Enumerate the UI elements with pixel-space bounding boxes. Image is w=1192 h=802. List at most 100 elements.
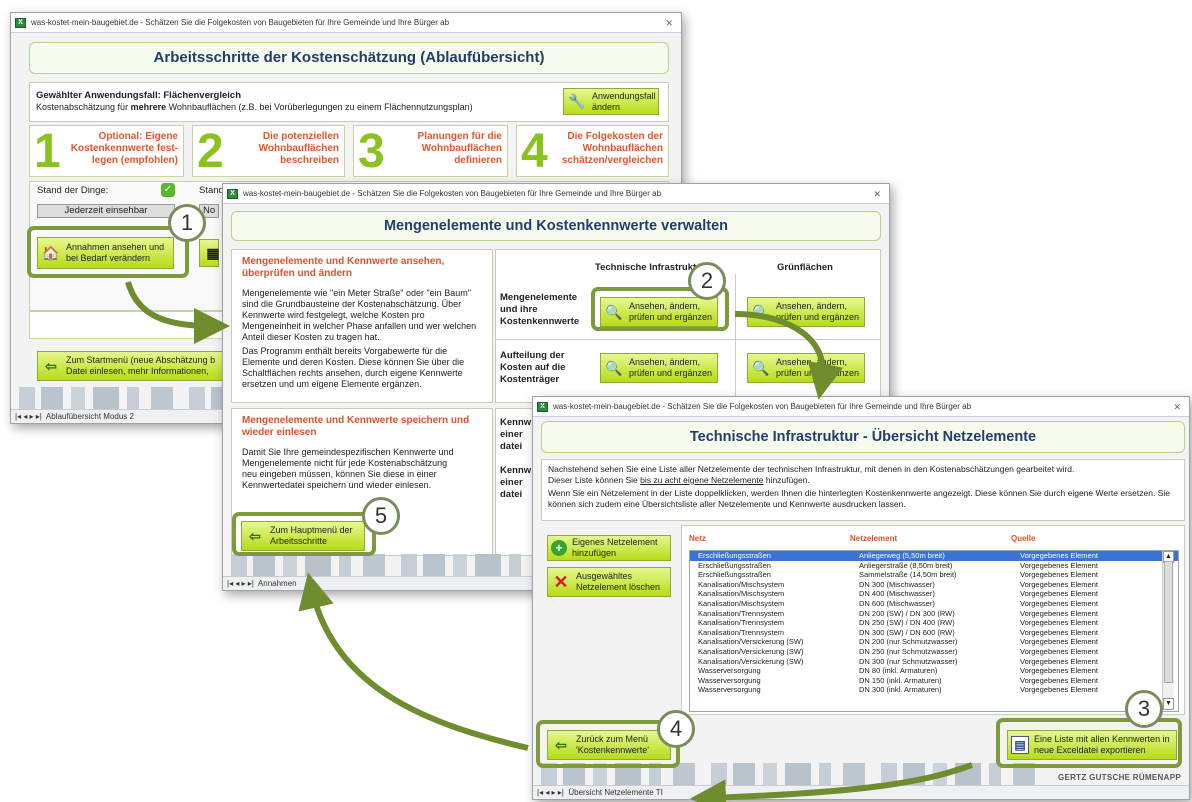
step-text: Optional: Eigene Kostenkennwerte fest-le… <box>70 131 178 166</box>
step-4[interactable]: 4 Die Folgekosten der Wohnbauflächen schä… <box>516 125 669 177</box>
section1-text-2: Das Programm enthält bereits Vorgabewert… <box>242 346 465 389</box>
close-icon[interactable]: ✕ <box>1173 397 1181 416</box>
list-item[interactable]: Wasserversorgung DN 300 (inkl. Armaturen)… <box>690 685 1178 695</box>
callout-ring-5 <box>232 512 376 556</box>
scrollbar-thumb[interactable] <box>1164 561 1173 683</box>
change-case-button[interactable]: 🔧 Anwendungsfall ändern <box>563 88 659 115</box>
list-item[interactable]: Erschließungsstraßen Sammelstraße (14,50m… <box>690 570 1178 580</box>
list-item[interactable]: Kanalisation/Trennsystem DN 200 (SW) / DN… <box>690 609 1178 619</box>
cell-netz: Kanalisation/Versickerung (SW) <box>698 637 804 647</box>
brand-logo: GERTZ GUTSCHE RÜMENAPP <box>1057 773 1181 782</box>
list-item[interactable]: Erschließungsstraßen Anliegerweg (5,50m b… <box>690 551 1178 561</box>
sheet-nav-arrows[interactable]: |◂ ◂ ▸ ▸| <box>15 412 42 421</box>
netzelement-list[interactable]: Erschließungsstraßen Anliegerweg (5,50m b… <box>689 550 1179 712</box>
row-label-aufteilung: Aufteilung der Kosten auf die Kostenträg… <box>500 350 566 385</box>
step-3[interactable]: 3 Planungen für die Wohnbauflächen defini… <box>353 125 508 177</box>
row-label-mengenelemente: Mengenelemente und ihre Kostenkennwerte <box>500 292 580 327</box>
cell-quelle: Vorgegebenes Element <box>1020 579 1098 589</box>
list-item[interactable]: Kanalisation/Versickerung (SW) DN 200 (nu… <box>690 637 1178 647</box>
cell-netz: Kanalisation/Trennsystem <box>698 608 785 618</box>
cell-quelle: Vorgegebenes Element <box>1020 618 1098 628</box>
excel-icon: X <box>15 18 26 28</box>
window-title: was-kostet-mein-baugebiet.de - Schätzen … <box>31 18 450 27</box>
callout-5: 5 <box>362 497 400 535</box>
list-item[interactable]: Kanalisation/Versickerung (SW) DN 250 (nu… <box>690 647 1178 657</box>
step-2[interactable]: 2 Die potenziellen Wohnbauflächen beschre… <box>192 125 345 177</box>
intro-text-1: Nachstehend sehen Sie eine Liste aller N… <box>548 464 1075 474</box>
add-element-button[interactable]: + Eigenes Netzelement hinzufügen <box>547 535 671 561</box>
callout-4: 4 <box>657 710 695 748</box>
step-text: Die potenziellen Wohnbauflächen beschrei… <box>258 131 339 166</box>
status-label-2: Stand <box>199 185 224 196</box>
wrench-icon: 🔧 <box>568 93 586 109</box>
step-number: 3 <box>358 125 385 178</box>
cell-quelle: Vorgegebenes Element <box>1020 608 1098 618</box>
close-icon[interactable]: ✕ <box>873 184 881 203</box>
titlebar: Xwas-kostet-mein-baugebiet.de - Schätzen… <box>533 397 1189 417</box>
page-title: Technische Infrastruktur - Übersicht Net… <box>541 421 1185 453</box>
list-item[interactable]: Kanalisation/Mischsystem DN 300 (Mischwas… <box>690 580 1178 590</box>
section2-text: Damit Sie Ihre gemeindespezifischen Kenn… <box>242 447 454 490</box>
view-tech-allocation-button[interactable]: 🔍 Ansehen, ändern, prüfen und ergänzen <box>600 353 718 383</box>
sheet-tab[interactable]: Übersicht Netzelemente TI <box>568 788 663 797</box>
cell-netzelement: DN 300 (nur Schmutzwasser) <box>859 656 958 666</box>
row-label-kennwertedatei: Kennw einer datei <box>500 417 532 452</box>
step2-button-partial[interactable]: ▦ <box>199 239 220 267</box>
cell-netzelement: DN 300 (inkl. Armaturen) <box>859 685 942 695</box>
cell-netz: Wasserversorgung <box>698 685 761 695</box>
column-netzelement: Netzelement <box>850 534 898 543</box>
cell-quelle: Vorgegebenes Element <box>1020 675 1098 685</box>
excel-icon: X <box>227 189 238 199</box>
cell-netzelement: Anliegerweg (5,50m breit) <box>859 551 945 560</box>
view-green-allocation-button[interactable]: 🔍 Ansehen, ändern, prüfen und ergänzen <box>747 353 865 383</box>
list-item[interactable]: Kanalisation/Trennsystem DN 250 (SW) / DN… <box>690 618 1178 628</box>
step-1[interactable]: 1 Optional: Eigene Kostenkennwerte fest-l… <box>29 125 184 177</box>
cell-quelle: Vorgegebenes Element <box>1020 685 1098 695</box>
sheet-tab[interactable]: Annahmen <box>258 579 297 588</box>
delete-x-icon: ✕ <box>553 571 569 592</box>
cell-quelle: Vorgegebenes Element <box>1020 570 1098 580</box>
page-title: Arbeitsschritte der Kostenschätzung (Abl… <box>29 42 669 74</box>
window-title: was-kostet-mein-baugebiet.de - Schätzen … <box>243 189 662 198</box>
cell-netzelement: DN 400 (Mischwasser) <box>859 589 935 599</box>
close-icon[interactable]: ✕ <box>665 13 673 32</box>
start-menu-button[interactable]: ⇦ Zum Startmenü (neue Abschätzung b Datei … <box>37 351 237 381</box>
list-item[interactable]: Kanalisation/Versickerung (SW) DN 300 (nu… <box>690 657 1178 667</box>
list-item[interactable]: Kanalisation/Mischsystem DN 600 (Mischwas… <box>690 599 1178 609</box>
list-item[interactable]: Kanalisation/Trennsystem DN 300 (SW) / DN… <box>690 628 1178 638</box>
delete-element-button[interactable]: ✕ Ausgewähltes Netzelement löschen <box>547 567 671 597</box>
sheet-nav-arrows[interactable]: |◂ ◂ ▸ ▸| <box>227 579 254 588</box>
list-item[interactable]: Erschließungsstraßen Anliegerstraße (8,50… <box>690 561 1178 571</box>
intro-text-3: Wenn Sie ein Netzelement in der Liste do… <box>548 488 1170 509</box>
window-title: was-kostet-mein-baugebiet.de - Schätzen … <box>553 402 972 411</box>
grid-divider <box>495 339 881 340</box>
magnifier-icon: 🔍 <box>605 359 623 376</box>
list-header: Netz Netzelement Quelle <box>689 534 1035 543</box>
cell-netzelement: DN 300 (SW) / DN 600 (RW) <box>859 627 955 637</box>
list-scrollbar[interactable]: ▲ ▼ <box>1162 551 1174 710</box>
page-title: Mengenelemente und Kostenkennwerte verwa… <box>231 211 881 241</box>
scroll-down-icon[interactable]: ▼ <box>1163 698 1174 710</box>
cell-quelle: Vorgegebenes Element <box>1020 666 1098 676</box>
excel-icon: X <box>537 402 548 412</box>
list-item[interactable]: Wasserversorgung DN 80 (inkl. Armaturen) V… <box>690 666 1178 676</box>
step-number: 1 <box>34 125 61 178</box>
callout-2: 2 <box>688 262 726 300</box>
arrow-4-to-5 <box>298 572 529 751</box>
section1-text: Mengenelemente wie "ein Meter Straße" od… <box>242 288 477 342</box>
sheet-tab[interactable]: Ablaufübersicht Modus 2 <box>46 412 134 421</box>
map-icon: ▦ <box>206 244 220 261</box>
check-icon: ✓ <box>161 183 175 197</box>
cell-netzelement: DN 250 (nur Schmutzwasser) <box>859 646 958 656</box>
cell-netzelement: DN 600 (Mischwasser) <box>859 598 935 608</box>
row-label-kennwertedatei-2: Kennw einer datei <box>500 465 532 500</box>
section1-title: Mengenelemente und Kennwerte ansehen, üb… <box>242 256 445 279</box>
cell-netzelement: DN 150 (inkl. Armaturen) <box>859 675 942 685</box>
cell-quelle: Vorgegebenes Element <box>1020 656 1098 666</box>
sheet-nav-arrows[interactable]: |◂ ◂ ▸ ▸| <box>537 788 564 797</box>
list-item[interactable]: Wasserversorgung DN 150 (inkl. Armaturen)… <box>690 676 1178 686</box>
case-label: Gewählter Anwendungsfall: Flächenverglei… <box>36 90 241 101</box>
cell-netzelement: DN 80 (inkl. Armaturen) <box>859 666 938 676</box>
list-item[interactable]: Kanalisation/Mischsystem DN 400 (Mischwas… <box>690 589 1178 599</box>
view-green-values-button[interactable]: 🔍 Ansehen, ändern, prüfen und ergänzen <box>747 297 865 327</box>
